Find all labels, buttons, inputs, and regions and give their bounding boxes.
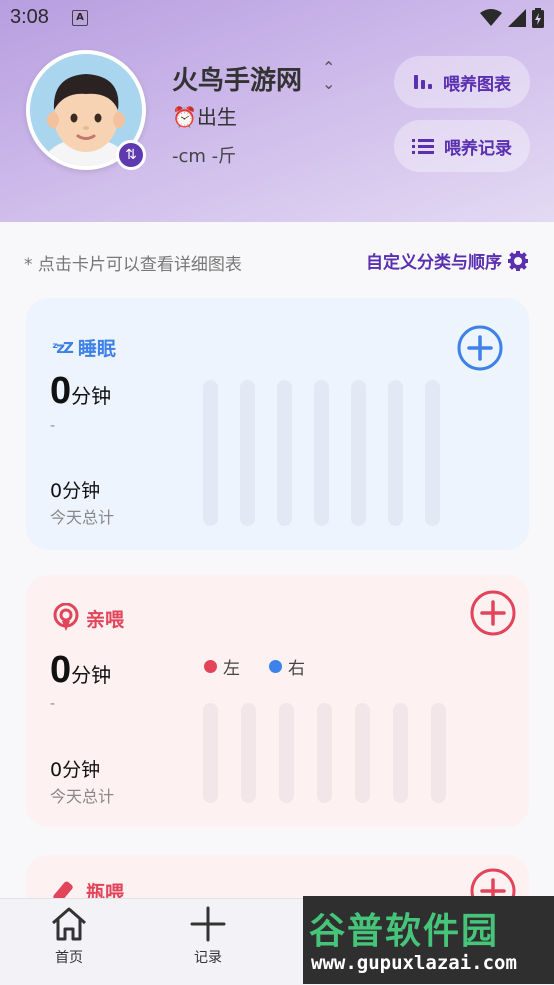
- tab-record-label: 记录: [194, 950, 222, 966]
- baby-name: 火鸟手游网: [172, 66, 303, 96]
- breastfeed-duration-value: 0: [50, 649, 72, 691]
- customize-categories-button[interactable]: 自定义分类与顺序: [366, 248, 528, 273]
- tab-home[interactable]: 首页: [29, 905, 109, 967]
- legend-left: 左: [204, 654, 240, 679]
- sleep-title: ᶻzZ 睡眠: [52, 334, 116, 361]
- sleep-day-bar: [277, 380, 292, 526]
- battery-icon: [532, 8, 544, 28]
- status-bar: 3:08 A: [0, 0, 554, 40]
- sleep-total: 0分钟: [50, 480, 101, 502]
- breastfeed-total-label: 今天总计: [50, 787, 115, 806]
- alarm-clock-icon: ⏰: [172, 105, 197, 129]
- bottle-card[interactable]: 瓶喂: [26, 855, 529, 898]
- home-icon: [52, 907, 86, 941]
- height-weight: -cm -斤: [172, 146, 237, 167]
- legend-right-label: 右: [288, 659, 305, 679]
- sleep-day-bar: [203, 380, 218, 526]
- birth-label: 出生: [196, 105, 237, 129]
- sleep-title-label: 睡眠: [77, 338, 116, 360]
- sleep-duration: 0分钟: [50, 370, 111, 413]
- birth-info: ⏰出生: [172, 101, 237, 130]
- breastfeed-card[interactable]: 亲喂 0分钟 - 左 右 0分钟 今天总计: [26, 575, 529, 827]
- legend-left-label: 左: [223, 659, 240, 679]
- sleep-last-time: -: [50, 418, 56, 434]
- zzz-icon: ᶻzZ: [52, 338, 74, 357]
- add-sleep-button[interactable]: [456, 324, 504, 372]
- left-dot-icon: [204, 660, 217, 673]
- gear-icon: [508, 250, 528, 271]
- hint-text: * 点击卡片可以查看详细图表: [24, 255, 242, 275]
- right-dot-icon: [269, 660, 282, 673]
- legend-right: 右: [269, 654, 305, 679]
- feeding-records-button[interactable]: 喂养记录: [394, 120, 530, 172]
- tab-record[interactable]: 记录: [168, 905, 248, 967]
- notification-icon: A: [72, 10, 88, 26]
- breastfeed-day-bar: [279, 703, 294, 803]
- breastfeed-day-bar: [241, 703, 256, 803]
- feeding-chart-button[interactable]: 喂养图表: [394, 56, 530, 108]
- breastfeed-day-bar: [355, 703, 370, 803]
- breastfeed-day-bar: [203, 703, 218, 803]
- breastfeed-day-bar: [317, 703, 332, 803]
- breastfeed-duration: 0分钟: [50, 649, 111, 692]
- wifi-icon: [480, 9, 502, 26]
- sleep-day-bar: [425, 380, 440, 526]
- plus-icon: [190, 906, 226, 942]
- feeding-records-label: 喂养记录: [444, 138, 512, 159]
- sleep-total-label: 今天总计: [50, 508, 115, 527]
- list-icon: [412, 139, 434, 154]
- tab-home-label: 首页: [55, 950, 83, 966]
- add-breastfeed-button[interactable]: [469, 589, 517, 637]
- sleep-duration-value: 0: [50, 370, 72, 412]
- breastfeed-day-bar: [431, 703, 446, 803]
- sleep-day-bar: [351, 380, 366, 526]
- watermark: 谷普软件园 www.gupuxlazai.com: [303, 896, 554, 984]
- breastfeed-duration-unit: 分钟: [71, 665, 112, 687]
- bottle-title: 瓶喂: [52, 877, 124, 898]
- bar-chart-icon: [414, 75, 432, 89]
- bottle-icon: [53, 881, 73, 898]
- add-bottle-button[interactable]: [469, 867, 517, 898]
- sleep-duration-unit: 分钟: [71, 386, 112, 408]
- breastfeed-total: 0分钟: [50, 759, 101, 781]
- breastfeed-title-label: 亲喂: [86, 608, 125, 631]
- customize-label: 自定义分类与顺序: [366, 253, 502, 273]
- switch-baby-icon[interactable]: ⇅: [116, 140, 146, 170]
- status-time: 3:08: [10, 6, 49, 28]
- breastfeed-day-bar: [393, 703, 408, 803]
- feeding-chart-label: 喂养图表: [443, 74, 511, 95]
- breastfeed-icon: [53, 603, 79, 631]
- signal-icon: [508, 9, 526, 27]
- sleep-card[interactable]: ᶻzZ 睡眠 0分钟 - 0分钟 今天总计: [26, 298, 529, 550]
- bottle-title-label: 瓶喂: [86, 881, 125, 899]
- watermark-url: www.gupuxlazai.com: [311, 952, 517, 974]
- breastfeed-last-time: -: [50, 696, 56, 712]
- switch-profile-chevron-icon[interactable]: ⌃ ⌄: [322, 60, 335, 92]
- sleep-day-bar: [314, 380, 329, 526]
- watermark-title: 谷普软件园: [309, 911, 500, 952]
- breastfeed-title: 亲喂: [52, 603, 124, 633]
- sleep-day-bar: [240, 380, 255, 526]
- sleep-day-bar: [388, 380, 403, 526]
